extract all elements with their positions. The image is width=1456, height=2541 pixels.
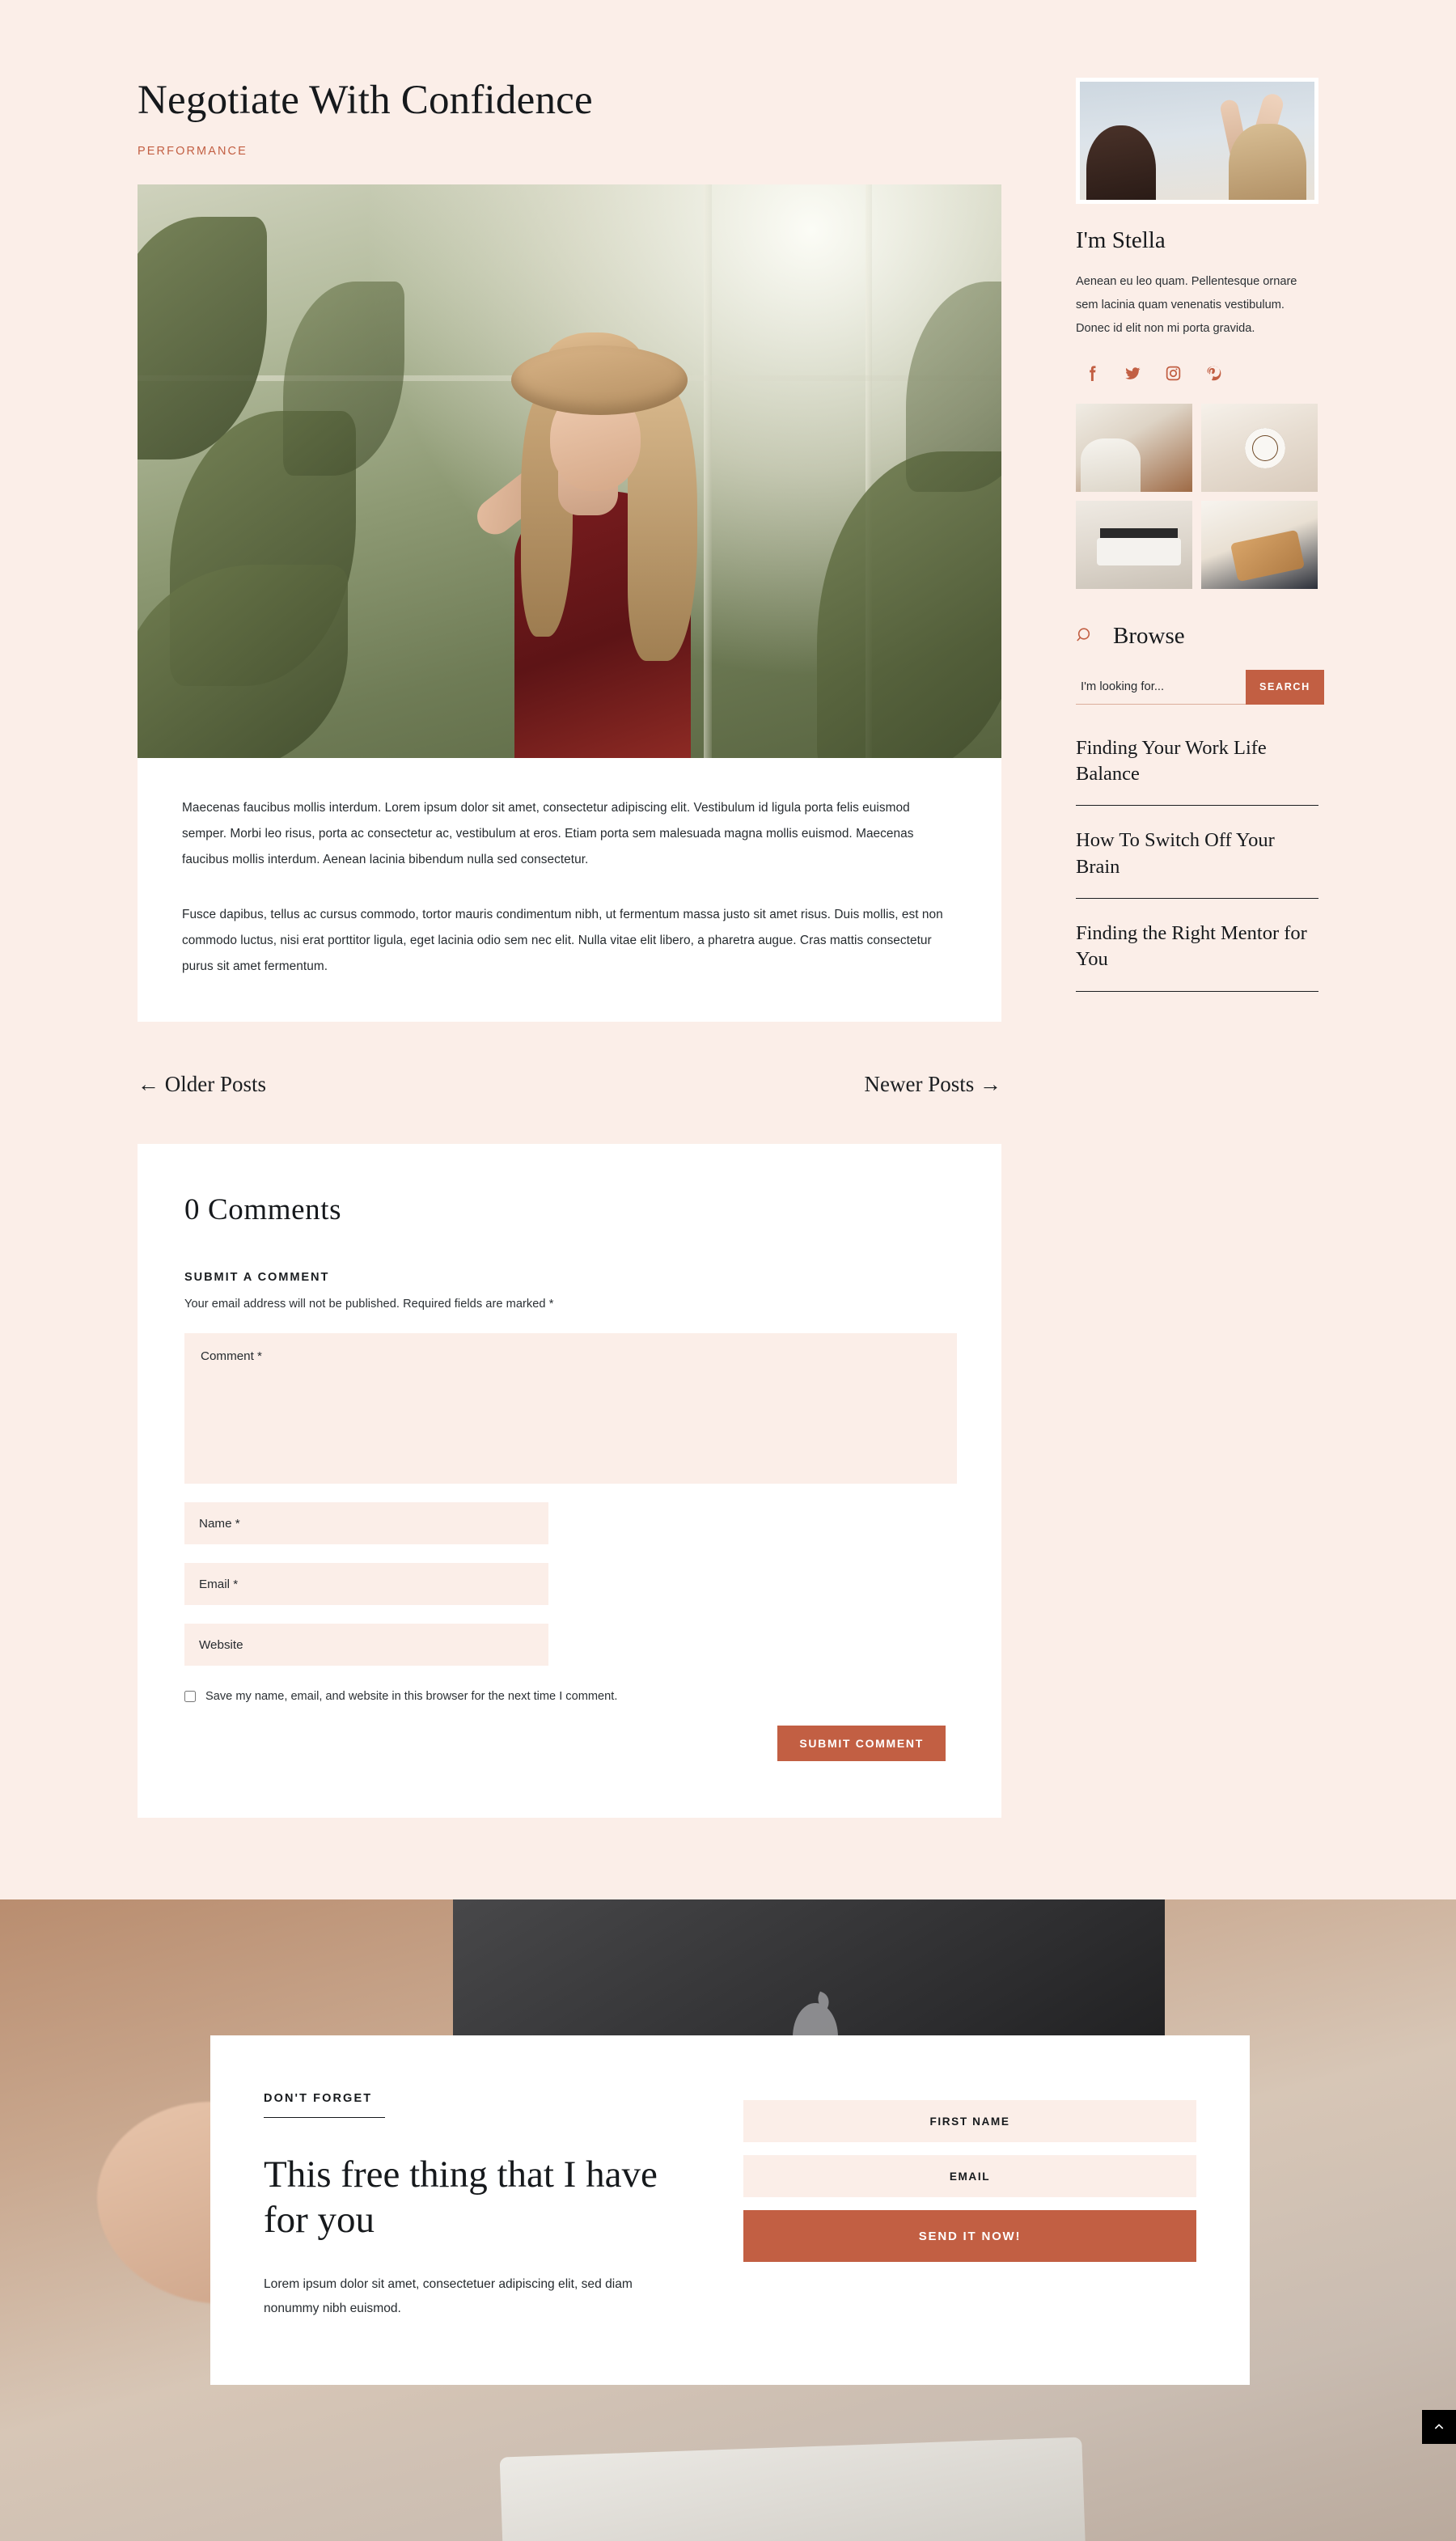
newsletter-form: SEND IT NOW! xyxy=(743,2092,1196,2322)
article-paragraph: Maecenas faucibus mollis interdum. Lorem… xyxy=(182,801,914,867)
divider xyxy=(264,2117,385,2118)
newsletter-heading: This free thing that I have for you xyxy=(264,2153,658,2242)
sidebar: I'm Stella Aenean eu leo quam. Pellentes… xyxy=(1076,78,1324,992)
name-input[interactable] xyxy=(184,1502,548,1545)
post-category-label: PERFORMANCE xyxy=(138,145,248,159)
author-bio: Aenean eu leo quam. Pellentesque ornare … xyxy=(1076,275,1297,336)
newsletter-copy: DON'T FORGET This free thing that I have… xyxy=(264,2092,679,2322)
instagram-tile[interactable] xyxy=(1076,403,1192,492)
instagram-icon[interactable] xyxy=(1166,366,1181,381)
website-input[interactable] xyxy=(184,1624,548,1666)
author-photo-person-light-hair xyxy=(1229,124,1306,200)
older-posts-link[interactable]: ← Older Posts xyxy=(138,1072,266,1097)
search-icon xyxy=(1077,628,1090,642)
email-input[interactable] xyxy=(184,1563,548,1606)
submit-comment-heading: SUBMIT A COMMENT xyxy=(184,1271,330,1285)
comments-count-heading: 0 Comments xyxy=(184,1193,342,1227)
browse-heading-row: Browse xyxy=(1076,623,1318,650)
newsletter-cta-band: DON'T FORGET This free thing that I have… xyxy=(0,1899,1456,2541)
back-to-top-button[interactable] xyxy=(1422,2410,1456,2444)
post-pagination: ← Older Posts Newer Posts → xyxy=(138,1022,1001,1144)
name-field-row xyxy=(184,1502,954,1545)
submit-comment-row: SUBMIT COMMENT xyxy=(184,1726,954,1762)
pinterest-icon[interactable] xyxy=(1206,366,1221,381)
facebook-icon[interactable] xyxy=(1085,365,1100,381)
save-info-label[interactable]: Save my name, email, and website in this… xyxy=(205,1690,617,1703)
hero-subject-hat-brim xyxy=(511,345,688,416)
submit-comment-button[interactable]: SUBMIT COMMENT xyxy=(777,1726,946,1762)
main-column: Negotiate With Confidence PERFORMANCE Ma… xyxy=(138,78,1001,1819)
content-area: Negotiate With Confidence PERFORMANCE Ma… xyxy=(0,0,1456,1899)
post-link[interactable]: Finding Your Work Life Balance xyxy=(1076,735,1318,807)
twitter-icon[interactable] xyxy=(1125,366,1141,381)
author-heading: I'm Stella xyxy=(1076,227,1166,253)
article-body: Maecenas faucibus mollis interdum. Lorem… xyxy=(138,758,1001,1023)
email-field-row xyxy=(184,1563,954,1606)
author-photo-person-dark-hair xyxy=(1086,125,1156,200)
instagram-tile[interactable] xyxy=(1201,500,1318,589)
newsletter-submit-button[interactable]: SEND IT NOW! xyxy=(743,2210,1196,2262)
save-info-checkbox[interactable] xyxy=(184,1691,196,1703)
hero-subject xyxy=(437,305,760,759)
article-paragraph: Fusce dapibus, tellus ac cursus commodo,… xyxy=(182,908,943,974)
newer-posts-link[interactable]: Newer Posts → xyxy=(865,1072,1002,1097)
search-form: SEARCH xyxy=(1076,669,1324,705)
hero-foliage xyxy=(138,565,348,759)
teacup-shape xyxy=(1252,434,1278,461)
save-info-row: Save my name, email, and website in this… xyxy=(184,1690,954,1703)
recent-posts-list: Finding Your Work Life Balance How To Sw… xyxy=(1076,735,1318,992)
browse-title: Browse xyxy=(1113,622,1185,649)
instagram-grid xyxy=(1076,403,1318,589)
search-input[interactable] xyxy=(1076,669,1246,705)
post-link[interactable]: How To Switch Off Your Brain xyxy=(1076,828,1318,899)
instagram-tile[interactable] xyxy=(1076,500,1192,589)
search-button[interactable]: SEARCH xyxy=(1246,669,1324,705)
newsletter-card: DON'T FORGET This free thing that I have… xyxy=(210,2035,1250,2385)
comment-textarea[interactable] xyxy=(184,1333,957,1484)
newsletter-subtext: Lorem ipsum dolor sit amet, consectetuer… xyxy=(264,2276,633,2316)
chevron-up-icon xyxy=(1434,2424,1444,2429)
first-name-input[interactable] xyxy=(743,2100,1196,2142)
social-links xyxy=(1076,365,1318,381)
comments-section: 0 Comments SUBMIT A COMMENT Your email a… xyxy=(138,1144,1001,1819)
post-link[interactable]: Finding the Right Mentor for You xyxy=(1076,921,1318,992)
author-photo xyxy=(1076,78,1318,204)
newsletter-email-input[interactable] xyxy=(743,2155,1196,2197)
comment-form-notice: Your email address will not be published… xyxy=(184,1298,554,1311)
two-column-layout: Negotiate With Confidence PERFORMANCE Ma… xyxy=(138,0,1324,1819)
instagram-tile[interactable] xyxy=(1201,403,1318,492)
page-title: Negotiate With Confidence xyxy=(138,78,593,123)
newsletter-eyebrow: DON'T FORGET xyxy=(264,2092,373,2105)
post-hero-image xyxy=(138,184,1001,759)
website-field-row xyxy=(184,1624,954,1666)
page-root: Negotiate With Confidence PERFORMANCE Ma… xyxy=(0,0,1456,2541)
